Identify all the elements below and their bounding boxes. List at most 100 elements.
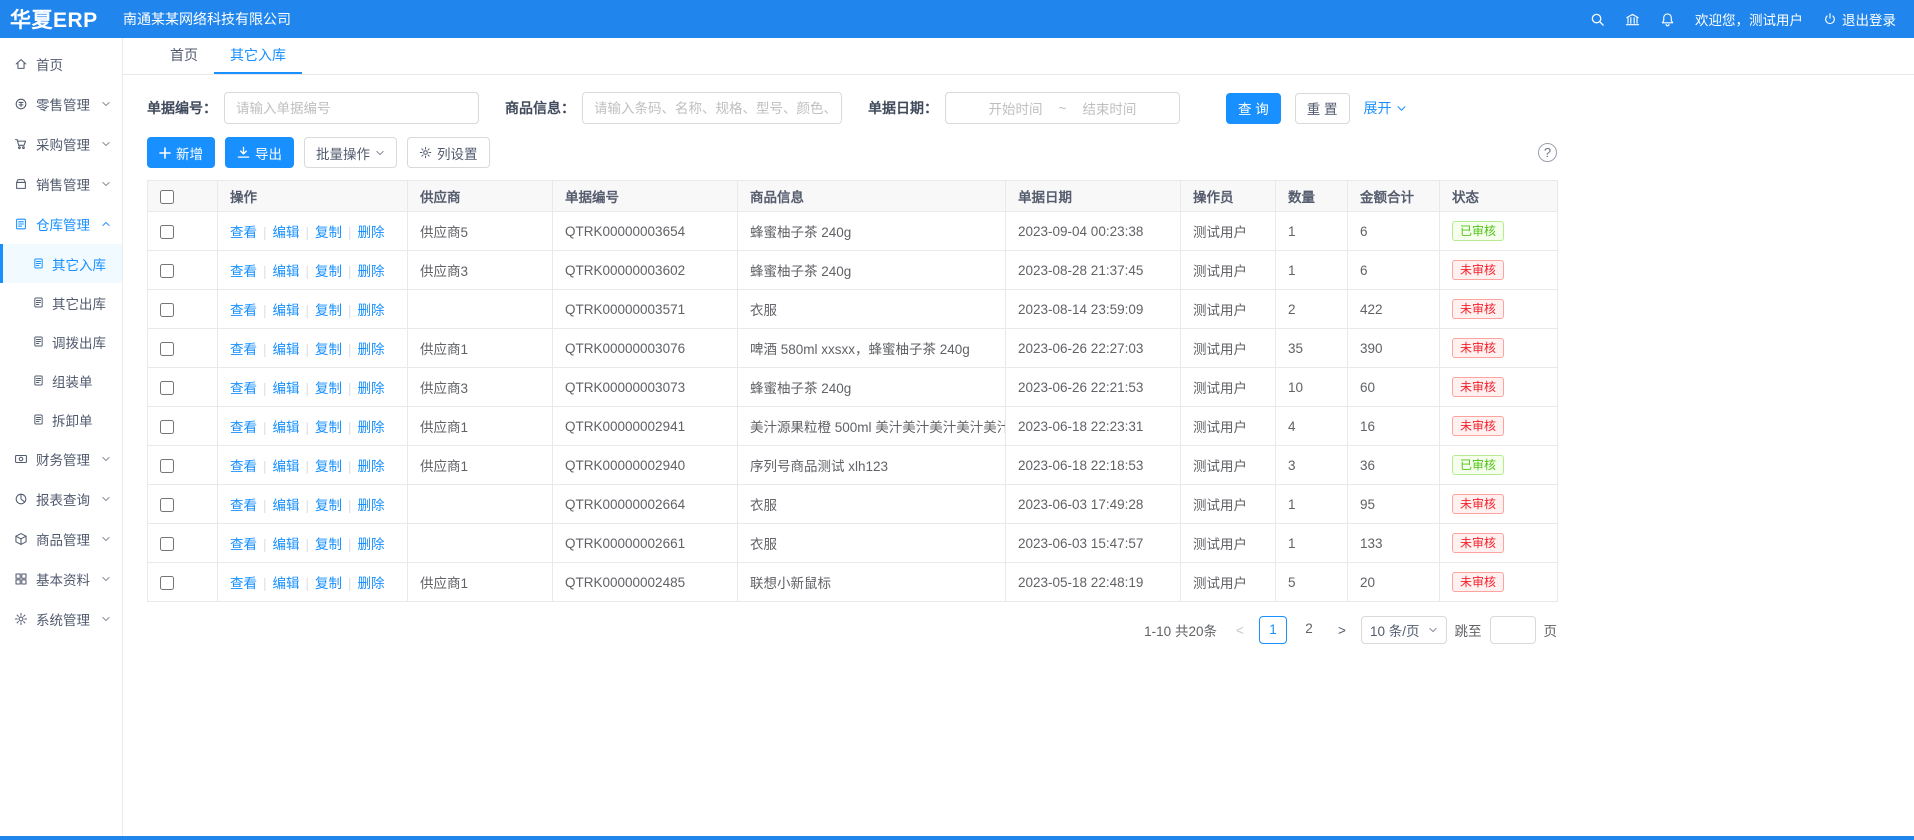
- op-edit-link[interactable]: 编辑: [273, 420, 300, 435]
- row-checkbox[interactable]: [160, 303, 174, 317]
- sidebar-subitem-other-in[interactable]: 其它入库: [0, 244, 122, 283]
- pagination-prev[interactable]: <: [1229, 623, 1251, 638]
- op-copy-link[interactable]: 复制: [315, 381, 342, 396]
- pagination-next[interactable]: >: [1331, 623, 1353, 638]
- op-delete-link[interactable]: 删除: [358, 459, 385, 474]
- app-logo: 华夏ERP: [10, 4, 123, 34]
- op-delete-link[interactable]: 删除: [358, 225, 385, 240]
- op-view-link[interactable]: 查看: [230, 420, 257, 435]
- op-edit-link[interactable]: 编辑: [273, 264, 300, 279]
- home-icon: [14, 57, 28, 71]
- sidebar-subitem-transfer-out[interactable]: 调拨出库: [0, 322, 122, 361]
- organization-icon[interactable]: [1625, 12, 1640, 27]
- op-view-link[interactable]: 查看: [230, 381, 257, 396]
- op-delete-link[interactable]: 删除: [358, 381, 385, 396]
- material-input[interactable]: [582, 92, 842, 124]
- op-view-link[interactable]: 查看: [230, 498, 257, 513]
- sidebar-item-finance[interactable]: 财务管理: [0, 439, 122, 479]
- cell-operations: 查看|编辑|复制|删除: [218, 251, 408, 290]
- op-copy-link[interactable]: 复制: [315, 576, 342, 591]
- header-status: 状态: [1440, 181, 1558, 212]
- op-delete-link[interactable]: 删除: [358, 303, 385, 318]
- row-checkbox[interactable]: [160, 225, 174, 239]
- sidebar-item-label: 财务管理: [36, 449, 101, 469]
- op-copy-link[interactable]: 复制: [315, 225, 342, 240]
- sidebar-item-basic[interactable]: 基本资料: [0, 559, 122, 599]
- op-view-link[interactable]: 查看: [230, 576, 257, 591]
- date-range-input[interactable]: 开始时间 ~ 结束时间: [945, 92, 1180, 124]
- bill-no-input[interactable]: [224, 92, 479, 124]
- column-settings-button[interactable]: 列设置: [407, 137, 490, 168]
- op-edit-link[interactable]: 编辑: [273, 576, 300, 591]
- logout-button[interactable]: 退出登录: [1823, 9, 1896, 29]
- sidebar-item-purchase[interactable]: 采购管理: [0, 124, 122, 164]
- op-copy-link[interactable]: 复制: [315, 420, 342, 435]
- row-checkbox[interactable]: [160, 420, 174, 434]
- row-checkbox[interactable]: [160, 381, 174, 395]
- header-operator: 操作员: [1181, 181, 1276, 212]
- select-all-checkbox[interactable]: [160, 190, 174, 204]
- op-copy-link[interactable]: 复制: [315, 459, 342, 474]
- reset-button[interactable]: 重 置: [1295, 93, 1350, 124]
- cell-operations: 查看|编辑|复制|删除: [218, 524, 408, 563]
- row-checkbox[interactable]: [160, 342, 174, 356]
- sidebar-subitem-other-out[interactable]: 其它出库: [0, 283, 122, 322]
- op-edit-link[interactable]: 编辑: [273, 381, 300, 396]
- op-edit-link[interactable]: 编辑: [273, 459, 300, 474]
- add-button[interactable]: 新增: [147, 137, 215, 168]
- op-delete-link[interactable]: 删除: [358, 342, 385, 357]
- op-view-link[interactable]: 查看: [230, 303, 257, 318]
- cell-qty: 35: [1276, 329, 1348, 368]
- op-view-link[interactable]: 查看: [230, 264, 257, 279]
- op-edit-link[interactable]: 编辑: [273, 225, 300, 240]
- op-edit-link[interactable]: 编辑: [273, 303, 300, 318]
- sidebar-subitem-assemble[interactable]: 组装单: [0, 361, 122, 400]
- op-delete-link[interactable]: 删除: [358, 537, 385, 552]
- sidebar-item-report[interactable]: 报表查询: [0, 479, 122, 519]
- row-checkbox[interactable]: [160, 459, 174, 473]
- page-size-select[interactable]: 10 条/页: [1361, 616, 1447, 644]
- sidebar-item-sales[interactable]: 销售管理: [0, 164, 122, 204]
- sidebar-item-warehouse[interactable]: 仓库管理: [0, 204, 122, 244]
- sidebar-item-home[interactable]: 首页: [0, 44, 122, 84]
- tab-home[interactable]: 首页: [154, 38, 214, 74]
- sidebar-subitem-disassemble[interactable]: 拆卸单: [0, 400, 122, 439]
- op-copy-link[interactable]: 复制: [315, 342, 342, 357]
- op-copy-link[interactable]: 复制: [315, 303, 342, 318]
- op-copy-link[interactable]: 复制: [315, 498, 342, 513]
- op-delete-link[interactable]: 删除: [358, 420, 385, 435]
- row-checkbox[interactable]: [160, 498, 174, 512]
- op-view-link[interactable]: 查看: [230, 537, 257, 552]
- op-edit-link[interactable]: 编辑: [273, 342, 300, 357]
- op-edit-link[interactable]: 编辑: [273, 498, 300, 513]
- pagination: 1-10 共20条 < 1 2 > 10 条/页 跳至 页: [147, 616, 1557, 644]
- pagination-page-2[interactable]: 2: [1295, 616, 1323, 644]
- tab-other-inbound[interactable]: 其它入库: [214, 38, 302, 74]
- expand-link[interactable]: 展开: [1364, 98, 1407, 118]
- op-copy-link[interactable]: 复制: [315, 264, 342, 279]
- export-button[interactable]: 导出: [225, 137, 294, 168]
- logout-label: 退出登录: [1842, 9, 1896, 29]
- batch-actions-button[interactable]: 批量操作: [304, 137, 397, 168]
- op-delete-link[interactable]: 删除: [358, 576, 385, 591]
- help-icon[interactable]: ?: [1538, 143, 1557, 162]
- op-delete-link[interactable]: 删除: [358, 264, 385, 279]
- op-delete-link[interactable]: 删除: [358, 498, 385, 513]
- op-copy-link[interactable]: 复制: [315, 537, 342, 552]
- sidebar-item-system[interactable]: 系统管理: [0, 599, 122, 639]
- op-view-link[interactable]: 查看: [230, 342, 257, 357]
- bell-icon[interactable]: [1660, 12, 1675, 27]
- row-checkbox[interactable]: [160, 537, 174, 551]
- search-icon[interactable]: [1590, 12, 1605, 27]
- row-checkbox[interactable]: [160, 576, 174, 590]
- sidebar-item-retail[interactable]: 零售管理: [0, 84, 122, 124]
- pagination-page-1[interactable]: 1: [1259, 616, 1287, 644]
- op-edit-link[interactable]: 编辑: [273, 537, 300, 552]
- op-view-link[interactable]: 查看: [230, 459, 257, 474]
- jump-page-input[interactable]: [1490, 616, 1536, 644]
- cell-date: 2023-06-26 22:21:53: [1006, 368, 1181, 407]
- sidebar-item-goods[interactable]: 商品管理: [0, 519, 122, 559]
- row-checkbox[interactable]: [160, 264, 174, 278]
- op-view-link[interactable]: 查看: [230, 225, 257, 240]
- search-button[interactable]: 查 询: [1226, 93, 1281, 124]
